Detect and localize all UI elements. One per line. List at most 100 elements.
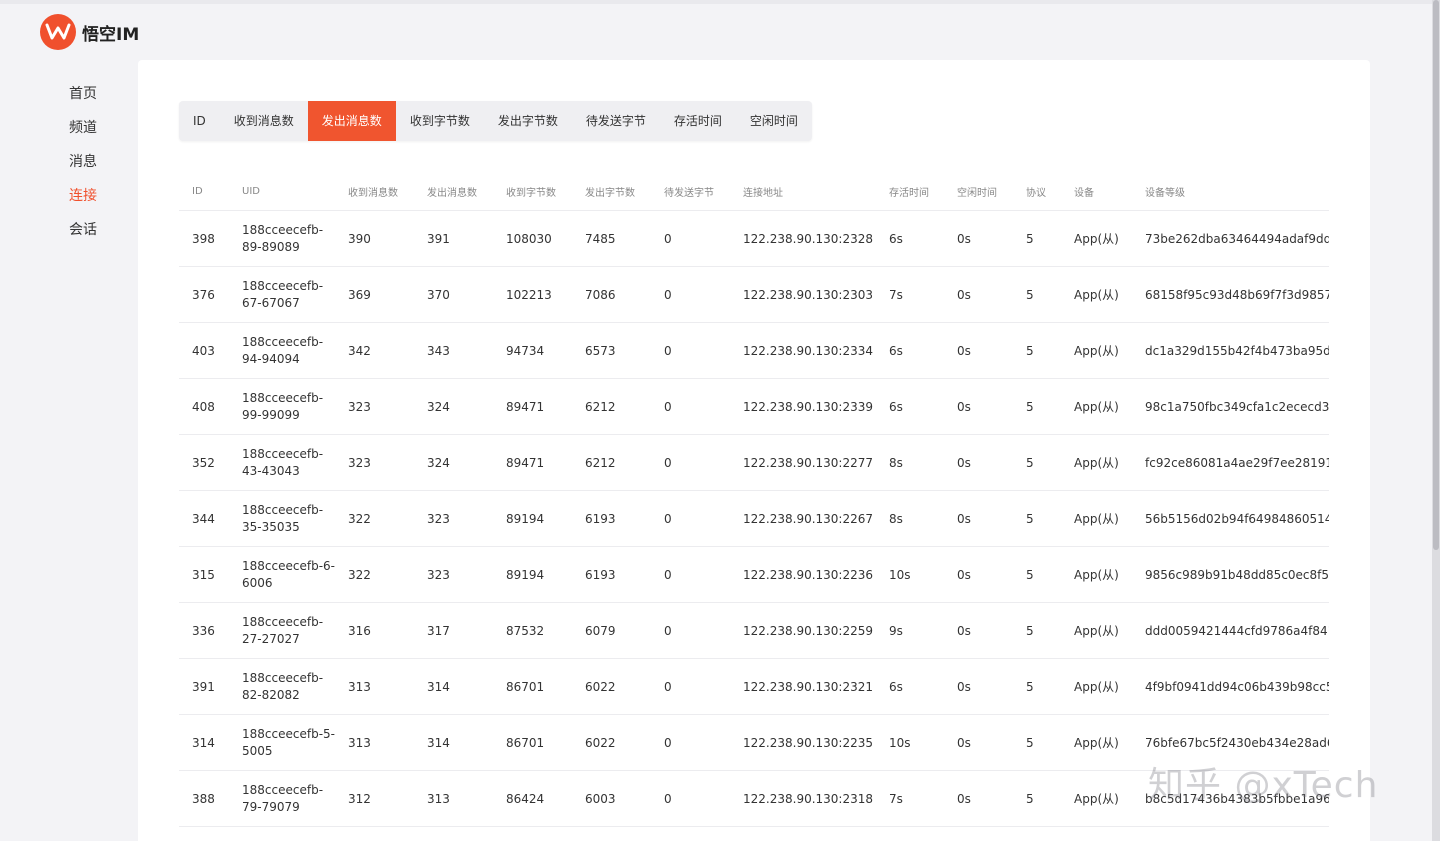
cell-sent-msgs: 324 — [427, 455, 450, 470]
cell-device-level: fc92ce86081a4ae29f7ee281918 — [1145, 455, 1329, 470]
cell-device-level: 98c1a750fbc349cfa1c2ececd3f8 — [1145, 399, 1329, 414]
cell-address: 122.238.90.130:2236 — [743, 567, 874, 582]
cell-pending-bytes: 0 — [664, 511, 672, 526]
cell-recv-bytes: 86701 — [506, 679, 545, 694]
cell-uid: 188cceecefb-43-43043 — [242, 446, 324, 478]
sidebar-item-messages[interactable]: 消息 — [69, 152, 97, 186]
cell-protocol: 5 — [1026, 343, 1034, 358]
cell-uid: 188cceecefb-89-89089 — [242, 222, 324, 254]
cell-idle: 0s — [957, 399, 971, 414]
cell-sent-msgs: 343 — [427, 343, 450, 358]
cell-recv-bytes: 89194 — [506, 511, 545, 526]
cell-sent-bytes: 7485 — [585, 231, 616, 246]
tab-recv-msgs[interactable]: 收到消息数 — [220, 101, 308, 141]
sidebar-item-connections[interactable]: 连接 — [69, 186, 97, 220]
cell-device: App(从) — [1074, 568, 1119, 582]
sidebar-item-channels[interactable]: 频道 — [69, 118, 97, 152]
sidebar-item-conversations[interactable]: 会话 — [69, 220, 97, 254]
cell-sent-bytes: 6079 — [585, 623, 616, 638]
tab-sent-msgs[interactable]: 发出消息数 — [307, 101, 396, 141]
tab-recv-bytes[interactable]: 收到字节数 — [396, 101, 484, 141]
cell-uid: 188cceecefb-94-94094 — [242, 334, 324, 366]
column-header-recv-bytes: 收到字节数 — [506, 188, 556, 199]
cell-protocol: 5 — [1026, 735, 1034, 750]
cell-device: App(从) — [1074, 512, 1119, 526]
cell-idle: 0s — [957, 679, 971, 694]
cell-sent-bytes: 6193 — [585, 511, 616, 526]
column-header-device: 设备 — [1074, 188, 1094, 199]
cell-device-level: 73be262dba63464494adaf9ddc — [1145, 231, 1329, 246]
table-row[interactable]: 336 188cceecefb-27-27027 316 317 87532 6079 0 1… — [179, 603, 1329, 659]
cell-idle: 0s — [957, 735, 971, 750]
table-row[interactable]: 398 188cceecefb-89-89089 390 391 108030 7485 0… — [179, 211, 1329, 267]
cell-sent-msgs: 323 — [427, 567, 450, 582]
column-header-device-level: 设备等级 — [1145, 188, 1185, 199]
tab-id[interactable]: ID — [179, 101, 220, 141]
column-header-uid: UID — [242, 186, 260, 197]
cell-uptime: 6s — [889, 231, 903, 246]
tab-pending-bytes[interactable]: 待发送字节 — [572, 101, 660, 141]
sidebar-item-home[interactable]: 首页 — [69, 84, 97, 118]
column-header-address: 连接地址 — [743, 188, 783, 199]
cell-pending-bytes: 0 — [664, 287, 672, 302]
cell-uid: 188cceecefb-5-5005 — [242, 726, 335, 758]
cell-sent-msgs: 313 — [427, 791, 450, 806]
cell-id: 352 — [192, 455, 215, 470]
table-row[interactable]: 408 188cceecefb-99-99099 323 324 89471 6212 0 1… — [179, 379, 1329, 435]
cell-device: App(从) — [1074, 736, 1119, 750]
cell-device: App(从) — [1074, 232, 1119, 246]
cell-sent-msgs: 324 — [427, 399, 450, 414]
cell-uid: 188cceecefb-35-35035 — [242, 502, 324, 534]
brand-logo[interactable]: 悟空IM — [40, 14, 139, 50]
cell-device-level: 9856c989b91b48dd85c0ec8f51 — [1145, 567, 1329, 582]
cell-recv-msgs: 316 — [348, 623, 371, 638]
cell-sent-msgs: 314 — [427, 735, 450, 750]
cell-sent-bytes: 6573 — [585, 343, 616, 358]
table-row[interactable]: 403 188cceecefb-94-94094 342 343 94734 6573 0 1… — [179, 323, 1329, 379]
cell-device: App(从) — [1074, 288, 1119, 302]
cell-sent-msgs: 317 — [427, 623, 450, 638]
cell-recv-bytes: 108030 — [506, 231, 552, 246]
table-row[interactable]: 352 188cceecefb-43-43043 323 324 89471 6212 0 1… — [179, 435, 1329, 491]
cell-device: App(从) — [1074, 792, 1119, 806]
cell-pending-bytes: 0 — [664, 399, 672, 414]
cell-pending-bytes: 0 — [664, 567, 672, 582]
cell-protocol: 5 — [1026, 791, 1034, 806]
table-row[interactable]: 344 188cceecefb-35-35035 322 323 89194 6193 0 1… — [179, 491, 1329, 547]
cell-uid: 188cceecefb-82-82082 — [242, 670, 324, 702]
table-row[interactable]: 315 188cceecefb-6-6006 322 323 89194 6193 0 122… — [179, 547, 1329, 603]
tab-sent-bytes[interactable]: 发出字节数 — [484, 101, 572, 141]
cell-device: App(从) — [1074, 456, 1119, 470]
cell-idle: 0s — [957, 567, 971, 582]
cell-uid: 188cceecefb-67-67067 — [242, 278, 324, 310]
cell-recv-bytes: 89471 — [506, 455, 545, 470]
window-top-border — [0, 0, 1440, 4]
tab-uptime[interactable]: 存活时间 — [660, 101, 736, 141]
table-row[interactable]: 376 188cceecefb-67-67067 369 370 102213 7086 0… — [179, 267, 1329, 323]
cell-protocol: 5 — [1026, 679, 1034, 694]
cell-sent-msgs: 391 — [427, 231, 450, 246]
cell-address: 122.238.90.130:2303 — [743, 287, 874, 302]
cell-protocol: 5 — [1026, 455, 1034, 470]
cell-protocol: 5 — [1026, 287, 1034, 302]
table-header-row: ID UID 收到消息数 发出消息数 收到字节数 发出字节数 待发送字节 连接地… — [179, 173, 1329, 211]
cell-pending-bytes: 0 — [664, 623, 672, 638]
cell-address: 122.238.90.130:2235 — [743, 735, 874, 750]
cell-recv-msgs: 323 — [348, 399, 371, 414]
tab-idle-time[interactable]: 空闲时间 — [736, 101, 812, 141]
scrollbar-thumb[interactable] — [1433, 0, 1439, 550]
cell-id: 314 — [192, 735, 215, 750]
cell-id: 315 — [192, 567, 215, 582]
column-header-sent-bytes: 发出字节数 — [585, 188, 635, 199]
cell-uptime: 9s — [889, 623, 903, 638]
cell-protocol: 5 — [1026, 231, 1034, 246]
cell-sent-bytes: 7086 — [585, 287, 616, 302]
cell-pending-bytes: 0 — [664, 231, 672, 246]
cell-id: 408 — [192, 399, 215, 414]
column-header-id: ID — [192, 186, 203, 197]
table-row[interactable]: 391 188cceecefb-82-82082 313 314 86701 6022 0 1… — [179, 659, 1329, 715]
cell-recv-bytes: 102213 — [506, 287, 552, 302]
cell-device-level: dc1a329d155b42f4b473ba95d5a — [1145, 343, 1329, 358]
cell-id: 403 — [192, 343, 215, 358]
page-scrollbar[interactable] — [1432, 0, 1440, 841]
